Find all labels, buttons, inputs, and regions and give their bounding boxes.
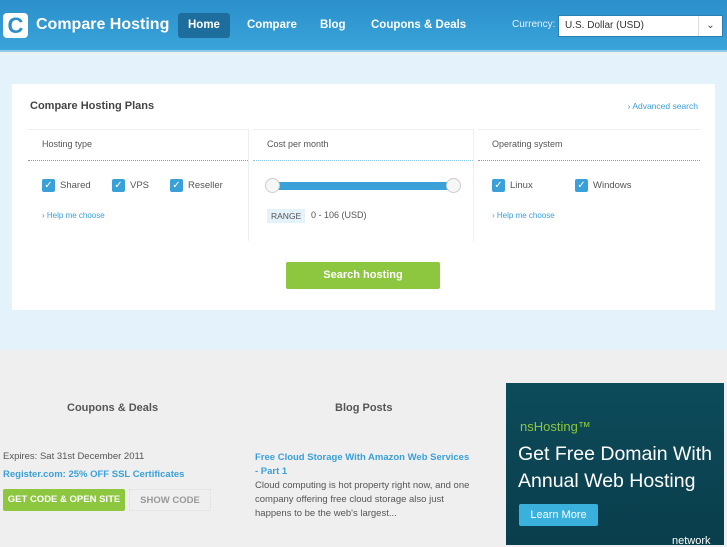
os-label: Operating system: [478, 130, 700, 161]
os-column: Operating system ✓ Linux ✓ Windows › Help …: [478, 129, 700, 241]
currency-select[interactable]: U.S. Dollar (USD) ⌄: [558, 15, 723, 37]
help-label: Help me choose: [46, 211, 105, 220]
check-icon: ✓: [575, 179, 588, 192]
logo-text[interactable]: Compare Hosting: [36, 16, 169, 34]
slider-min-handle[interactable]: [265, 178, 280, 193]
checkbox-label: Shared: [60, 180, 91, 191]
cost-label: Cost per month: [253, 130, 473, 161]
coupon-title-link[interactable]: Register.com: 25% OFF SSL Certificates: [3, 469, 184, 480]
help-me-choose-link[interactable]: › Help me choose: [492, 211, 555, 220]
check-icon: ✓: [170, 179, 183, 192]
checkbox-label: VPS: [130, 180, 150, 191]
advanced-search-link[interactable]: › Advanced search: [628, 101, 698, 111]
blog-post-title-link[interactable]: Free Cloud Storage With Amazon Web Servi…: [255, 451, 470, 479]
checkbox-windows[interactable]: ✓ Windows: [575, 179, 632, 192]
ad-network: network: [672, 535, 711, 547]
ad-headline: Get Free Domain With Annual Web Hosting: [518, 443, 712, 492]
check-icon: ✓: [42, 179, 55, 192]
checkbox-label: Reseller: [188, 180, 223, 191]
blog-post-excerpt: Cloud computing is hot property right no…: [255, 480, 470, 519]
range-label: RANGE: [267, 209, 306, 223]
panel-title: Compare Hosting Plans: [30, 100, 155, 112]
search-hosting-button[interactable]: Search hosting: [286, 262, 440, 289]
help-me-choose-link[interactable]: › Help me choose: [42, 211, 105, 220]
chevron-down-icon: ⌄: [698, 16, 722, 36]
cost-slider[interactable]: [265, 178, 461, 193]
slider-max-handle[interactable]: [446, 178, 461, 193]
zigzag-divider: [0, 344, 727, 354]
help-label: Help me choose: [496, 211, 555, 220]
nav-compare[interactable]: Compare: [237, 13, 307, 38]
hosting-type-label: Hosting type: [28, 130, 248, 161]
cost-column: Cost per month RANGE 0 - 106 (USD): [253, 129, 474, 241]
header: C Compare Hosting Home Compare Blog Coup…: [0, 0, 727, 52]
get-code-button[interactable]: GET CODE & OPEN SITE: [3, 489, 125, 511]
compare-panel: Compare Hosting Plans › Advanced search …: [12, 84, 715, 310]
blog-heading: Blog Posts: [335, 402, 393, 414]
ad-brand: nsHosting™: [520, 419, 591, 434]
checkbox-linux[interactable]: ✓ Linux: [492, 179, 533, 192]
check-icon: ✓: [112, 179, 125, 192]
checkbox-vps[interactable]: ✓ VPS: [112, 179, 149, 192]
show-code-button[interactable]: SHOW CODE: [129, 489, 211, 511]
nav-home[interactable]: Home: [178, 13, 230, 38]
checkbox-shared[interactable]: ✓ Shared: [42, 179, 91, 192]
nav-blog[interactable]: Blog: [310, 13, 356, 38]
range-value: 0 - 106 (USD): [311, 210, 367, 220]
logo-icon[interactable]: C: [3, 13, 28, 38]
checkbox-label: Windows: [593, 180, 632, 191]
ad-banner[interactable]: nsHosting™ Get Free Domain With Annual W…: [506, 383, 724, 547]
learn-more-button[interactable]: Learn More: [519, 504, 598, 526]
checkbox-label: Linux: [510, 180, 533, 191]
advanced-search-label: Advanced search: [632, 101, 698, 111]
currency-label: Currency:: [512, 19, 556, 30]
check-icon: ✓: [492, 179, 505, 192]
nav-coupons[interactable]: Coupons & Deals: [361, 13, 476, 38]
hosting-type-column: Hosting type ✓ Shared ✓ VPS ✓ Reseller › He…: [28, 129, 249, 241]
currency-value: U.S. Dollar (USD): [565, 20, 644, 31]
coupons-heading: Coupons & Deals: [67, 402, 159, 414]
coupon-expiry: Expires: Sat 31st December 2011: [3, 451, 145, 462]
checkbox-reseller[interactable]: ✓ Reseller: [170, 179, 223, 192]
